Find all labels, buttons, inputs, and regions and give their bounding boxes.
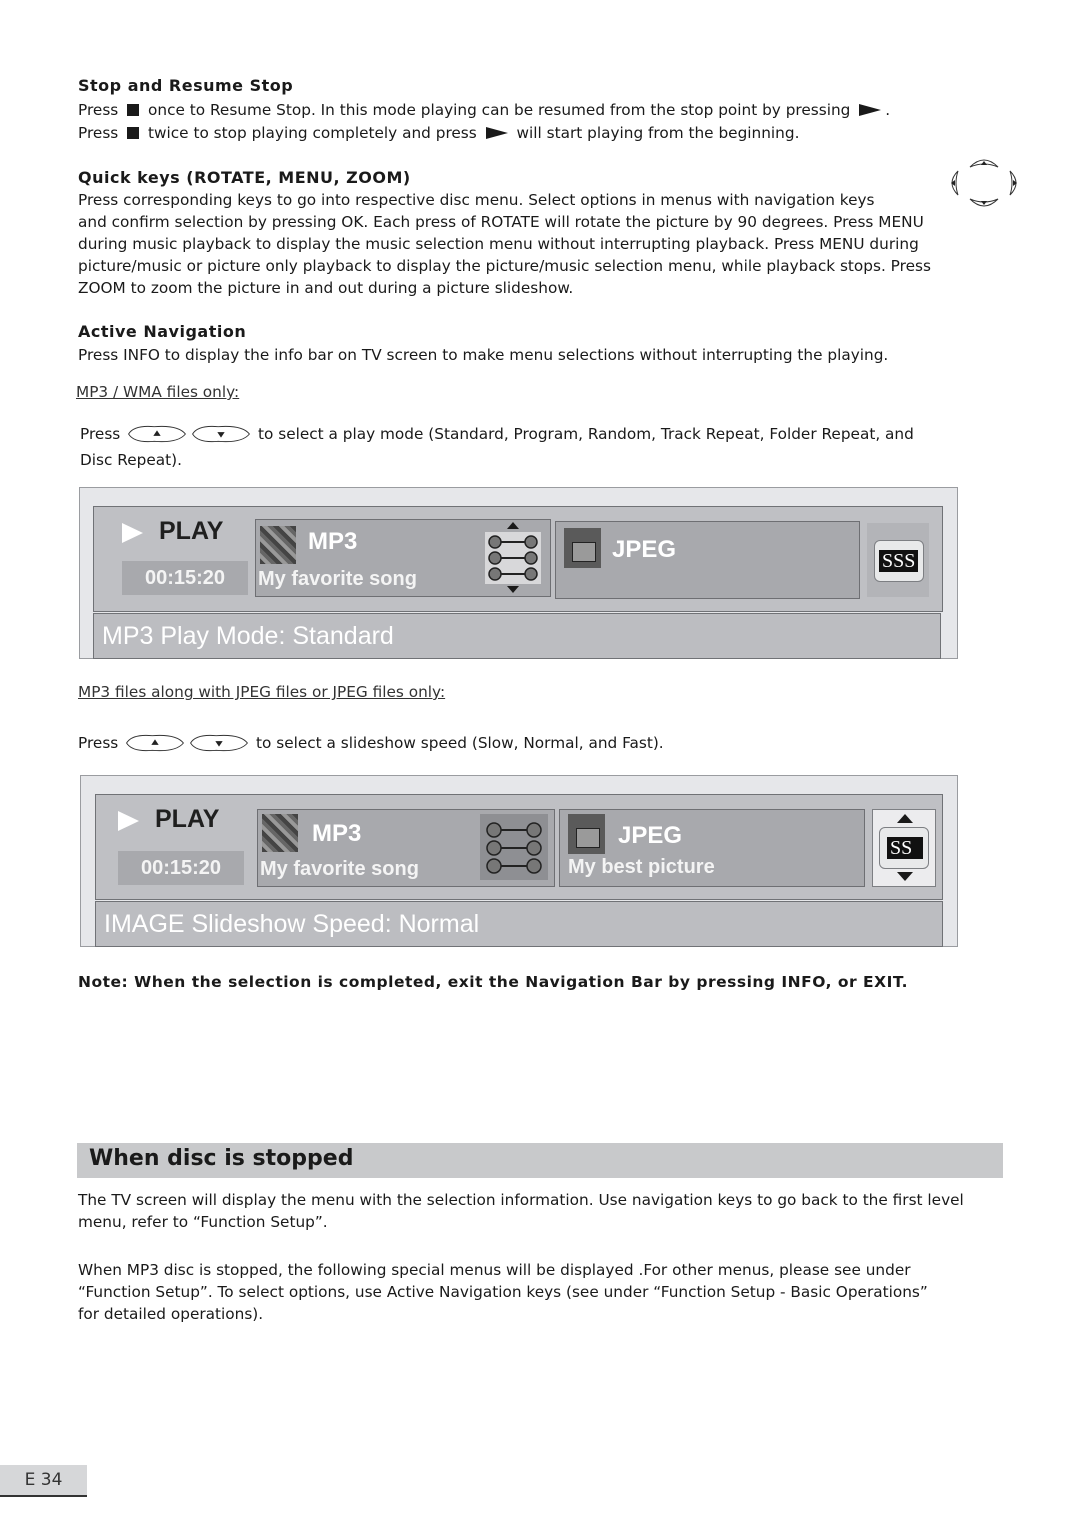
stop-line-2-post: will start playing from the beginning. — [516, 124, 800, 142]
play-mode-icon[interactable] — [485, 532, 541, 584]
music-note-icon — [262, 814, 298, 852]
scroll-up-arrow-icon[interactable] — [507, 522, 519, 529]
down-key-icon — [192, 425, 251, 443]
navigation-keys-icon — [951, 159, 1017, 207]
camera-icon — [568, 814, 605, 854]
active-nav-text: Press INFO to display the info bar on TV… — [78, 346, 889, 364]
play-triangle-icon — [859, 104, 882, 116]
stopped-p2-line-2: “Function Setup”. To select options, use… — [78, 1283, 928, 1301]
speed-label: SS — [887, 837, 923, 859]
stop-line-1: Press once to Resume Stop. In this mode … — [78, 100, 890, 122]
mp3-song-title: My favorite song — [260, 858, 419, 880]
speed-area: SSS — [867, 523, 929, 597]
elapsed-time: 00:15:20 — [118, 851, 244, 885]
stop-line-1-text: once to Resume Stop. In this mode playin… — [148, 101, 851, 119]
osd-info-bar: PLAY 00:15:20 MP3 My favorite song JPEG … — [95, 794, 943, 900]
mp3-wma-text-b: Disc Repeat). — [80, 451, 182, 469]
active-nav-heading: Active Navigation — [78, 322, 247, 341]
osd-info-bar: PLAY 00:15:20 MP3 My favorite song JPEG … — [93, 506, 943, 612]
quick-keys-heading: Quick keys (ROTATE, MENU, ZOOM) — [78, 168, 411, 187]
jpeg-section-label: MP3 files along with JPEG files or JPEG … — [78, 683, 446, 701]
stopped-p1-line-1: The TV screen will display the menu with… — [78, 1191, 964, 1209]
jpeg-instruction: Press to select a slideshow speed (Slow,… — [78, 732, 664, 755]
jpeg-title: JPEG — [618, 822, 683, 849]
stopped-p1-line-2: menu, refer to “Function Setup”. — [78, 1213, 328, 1231]
slideshow-speed-status: IMAGE Slideshow Speed: Normal — [95, 901, 943, 947]
speed-button[interactable]: SS — [879, 827, 929, 869]
page-number: E 34 — [0, 1465, 87, 1497]
play-mode-icon[interactable] — [480, 814, 548, 880]
jpeg-title: JPEG — [612, 536, 677, 563]
quick-keys-line-2: and confirm selection by pressing OK. Ea… — [78, 213, 924, 231]
stop-line-1-pre: Press — [78, 101, 119, 119]
play-icon — [122, 523, 143, 543]
up-key-icon — [126, 734, 185, 752]
stop-line-2: Press twice to stop playing completely a… — [78, 123, 799, 145]
quick-keys-line-3: during music playback to display the mus… — [78, 235, 919, 253]
quick-keys-line-4: picture/music or picture only playback t… — [78, 257, 931, 275]
stop-line-2-pre: Press — [78, 124, 119, 142]
mp3-wma-instruction: Press to select a play mode (Standard, P… — [80, 423, 914, 446]
mp3-title: MP3 — [312, 820, 362, 847]
speed-down-arrow-icon[interactable] — [897, 872, 913, 881]
section-title: When disc is stopped — [89, 1146, 354, 1171]
stop-line-2-mid: twice to stop playing completely and pre… — [148, 124, 477, 142]
jpeg-box[interactable]: JPEG My best picture — [559, 809, 865, 887]
play-triangle-icon — [485, 127, 508, 139]
mp3-box[interactable]: MP3 My favorite song — [255, 519, 551, 597]
press-text: Press — [78, 734, 119, 752]
note-text: Note: When the selection is completed, e… — [78, 973, 908, 991]
mp3-song-title: My favorite song — [258, 568, 417, 590]
quick-keys-line-1: Press corresponding keys to go into resp… — [78, 191, 875, 209]
stop-line-1-end: . — [885, 101, 891, 119]
mp3-wma-label: MP3 / WMA files only: — [76, 383, 240, 401]
mp3-title: MP3 — [308, 528, 358, 555]
speed-button[interactable]: SSS — [874, 540, 924, 582]
stopped-p2-line-3: for detailed operations). — [78, 1305, 264, 1323]
osd-panel-play-mode: PLAY 00:15:20 MP3 My favorite song JPEG … — [79, 487, 958, 659]
play-icon — [118, 811, 139, 831]
osd-panel-slideshow-speed: PLAY 00:15:20 MP3 My favorite song JPEG … — [80, 775, 958, 947]
stop-square-icon — [127, 104, 140, 116]
repeat-mode-glyph — [486, 822, 542, 874]
repeat-mode-glyph — [488, 535, 538, 581]
scroll-down-arrow-icon[interactable] — [507, 586, 519, 593]
jpeg-picture-title: My best picture — [568, 856, 715, 878]
mp3-wma-text: to select a play mode (Standard, Program… — [258, 425, 914, 443]
jpeg-instruction-text: to select a slideshow speed (Slow, Norma… — [256, 734, 664, 752]
speed-label: SSS — [879, 550, 919, 572]
down-key-icon — [190, 734, 249, 752]
play-mode-status: MP3 Play Mode: Standard — [93, 613, 941, 659]
up-key-icon — [128, 425, 187, 443]
stop-section-heading: Stop and Resume Stop — [78, 76, 294, 95]
section-header-bar: When disc is stopped — [77, 1143, 1003, 1178]
play-label: PLAY — [159, 517, 224, 545]
speed-up-arrow-icon[interactable] — [897, 814, 913, 823]
press-text: Press — [80, 425, 121, 443]
elapsed-time: 00:15:20 — [122, 561, 248, 595]
play-label: PLAY — [155, 805, 220, 833]
music-note-icon — [260, 526, 296, 564]
stopped-p2-line-1: When MP3 disc is stopped, the following … — [78, 1261, 911, 1279]
mp3-box[interactable]: MP3 My favorite song — [257, 809, 555, 887]
quick-keys-line-5: ZOOM to zoom the picture in and out duri… — [78, 279, 574, 297]
camera-icon — [564, 528, 601, 568]
stop-square-icon — [127, 127, 140, 139]
jpeg-box[interactable]: JPEG — [555, 521, 860, 599]
speed-area: SS — [872, 809, 936, 887]
